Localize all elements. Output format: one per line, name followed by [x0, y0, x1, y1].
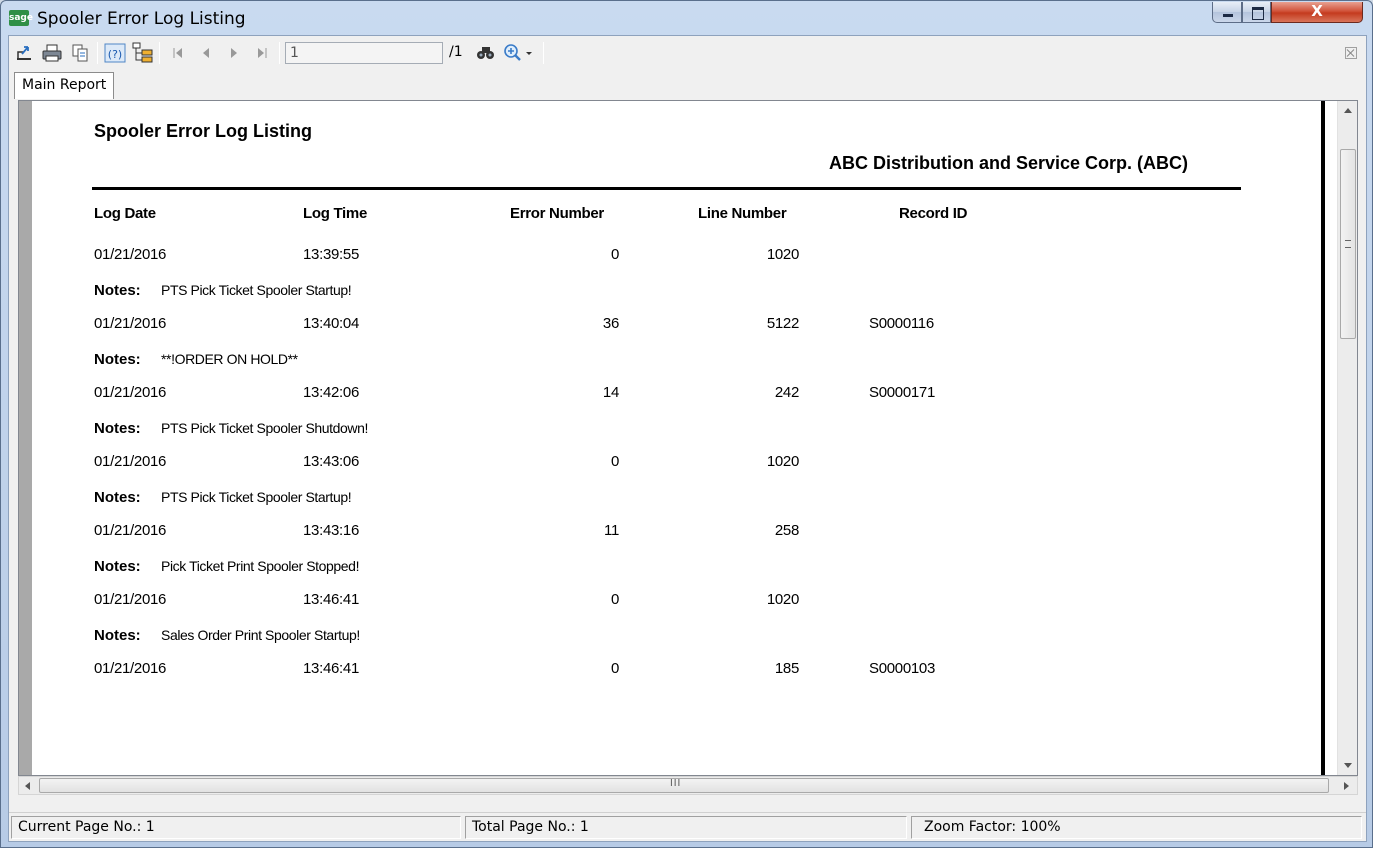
notes-label: Notes:: [94, 489, 141, 506]
error-number-cell: 0: [610, 591, 619, 608]
horizontal-scrollbar[interactable]: III: [18, 776, 1358, 795]
notes-label: Notes:: [94, 558, 141, 575]
line-number-cell: 258: [774, 522, 799, 539]
company-name: ABC Distribution and Service Corp. (ABC): [829, 153, 1189, 173]
total-page-status: Total Page No.: 1: [465, 816, 907, 839]
scroll-grip: III: [670, 778, 682, 789]
column-header-log-date: Log Date: [94, 205, 156, 222]
error-number-cell: 14: [602, 384, 619, 401]
line-number-cell: 5122: [766, 315, 799, 332]
error-number-cell: 0: [610, 246, 619, 263]
record-id-cell: S0000116: [869, 315, 934, 332]
next-page-icon[interactable]: [221, 41, 247, 65]
column-header-record-id: Record ID: [899, 205, 968, 222]
report-preview: Spooler Error Log Listing ABC Distributi…: [18, 100, 1358, 776]
log-date-cell: 01/21/2016: [94, 591, 167, 608]
record-id-cell: S0000171: [869, 384, 936, 401]
page-number-input[interactable]: 1: [285, 42, 443, 64]
log-date-cell: 01/21/2016: [94, 315, 167, 332]
error-number-cell: 0: [610, 453, 619, 470]
toolbar-separator: [97, 42, 98, 64]
toolbar-separator: [159, 42, 160, 64]
close-button[interactable]: X: [1271, 2, 1363, 23]
line-number-cell: 1020: [766, 246, 799, 263]
page-edge: [1321, 101, 1325, 775]
print-icon[interactable]: [39, 41, 65, 65]
tab-main-report[interactable]: Main Report: [14, 72, 115, 99]
close-icon: X: [1311, 2, 1323, 20]
line-number-cell: 1020: [766, 453, 799, 470]
zoom-icon[interactable]: [501, 41, 537, 65]
maximize-button[interactable]: [1242, 2, 1271, 23]
window-title: Spooler Error Log Listing: [37, 9, 246, 29]
error-number-cell: 11: [604, 522, 619, 539]
svg-text:(?): (?): [108, 48, 122, 61]
notes-label: Notes:: [94, 282, 141, 299]
notes-text: Pick Ticket Print Spooler Stopped!: [161, 558, 360, 574]
find-icon[interactable]: [473, 41, 499, 65]
title-bar[interactable]: sage Spooler Error Log Listing X: [1, 1, 1372, 35]
toolbar-separator: [279, 42, 280, 64]
report-title: Spooler Error Log Listing: [94, 121, 313, 141]
log-time-cell: 13:42:06: [303, 384, 359, 401]
log-time-cell: 13:46:41: [303, 660, 359, 677]
notes-text: PTS Pick Ticket Spooler Startup!: [161, 489, 352, 505]
log-date-cell: 01/21/2016: [94, 384, 167, 401]
scroll-right-icon[interactable]: [1344, 782, 1349, 790]
zoom-factor-status: Zoom Factor: 100%: [911, 816, 1362, 839]
scroll-up-icon[interactable]: [1344, 108, 1352, 113]
notes-label: Notes:: [94, 351, 141, 368]
horizontal-scroll-thumb[interactable]: III: [39, 778, 1329, 793]
column-header-error-number: Error Number: [510, 205, 604, 222]
minimize-button[interactable]: [1212, 2, 1242, 23]
log-date-cell: 01/21/2016: [94, 453, 167, 470]
log-date-cell: 01/21/2016: [94, 660, 167, 677]
status-bar: Current Page No.: 1 Total Page No.: 1 Zo…: [9, 812, 1366, 841]
first-page-icon[interactable]: [165, 41, 191, 65]
notes-text: Sales Order Print Spooler Startup!: [161, 627, 360, 643]
close-report-icon[interactable]: [1345, 47, 1357, 59]
sage-app-icon: sage: [9, 10, 33, 26]
notes-text: PTS Pick Ticket Spooler Startup!: [161, 282, 352, 298]
log-time-cell: 13:39:55: [303, 246, 359, 263]
current-page-status: Current Page No.: 1: [11, 816, 461, 839]
report-window: sage Spooler Error Log Listing X (?) 1 /…: [0, 0, 1373, 848]
log-time-cell: 13:43:06: [303, 453, 359, 470]
log-time-cell: 13:40:04: [303, 315, 359, 332]
page-gutter: [19, 101, 32, 775]
log-date-cell: 01/21/2016: [94, 246, 167, 263]
error-number-cell: 0: [610, 660, 619, 677]
client-area: (?) 1 /1 Main Report Spooler Error Log L…: [8, 35, 1367, 842]
scroll-left-icon[interactable]: [25, 782, 30, 790]
last-page-icon[interactable]: [249, 41, 275, 65]
toolbar-separator: [543, 42, 544, 64]
scroll-down-icon[interactable]: [1344, 763, 1352, 768]
copy-icon[interactable]: [67, 41, 93, 65]
line-number-cell: 185: [774, 660, 799, 677]
record-id-cell: S0000103: [869, 660, 936, 677]
error-number-cell: 36: [602, 315, 619, 332]
notes-text: **!ORDER ON HOLD**: [161, 351, 298, 367]
log-time-cell: 13:43:16: [303, 522, 359, 539]
column-header-line-number: Line Number: [698, 205, 787, 222]
previous-page-icon[interactable]: [193, 41, 219, 65]
column-header-log-time: Log Time: [303, 205, 367, 222]
help-icon[interactable]: (?): [102, 41, 128, 65]
header-rule: [92, 187, 1241, 190]
vertical-scrollbar[interactable]: [1337, 101, 1357, 775]
export-icon[interactable]: [11, 41, 37, 65]
notes-label: Notes:: [94, 420, 141, 437]
notes-text: PTS Pick Ticket Spooler Shutdown!: [161, 420, 369, 436]
group-tree-icon[interactable]: [130, 41, 156, 65]
line-number-cell: 1020: [766, 591, 799, 608]
page-total-label: /1: [449, 44, 463, 60]
log-time-cell: 13:46:41: [303, 591, 359, 608]
line-number-cell: 242: [774, 384, 799, 401]
notes-label: Notes:: [94, 627, 141, 644]
vertical-scroll-thumb[interactable]: [1340, 149, 1356, 339]
log-date-cell: 01/21/2016: [94, 522, 167, 539]
report-toolbar: (?) 1 /1: [9, 36, 1366, 70]
